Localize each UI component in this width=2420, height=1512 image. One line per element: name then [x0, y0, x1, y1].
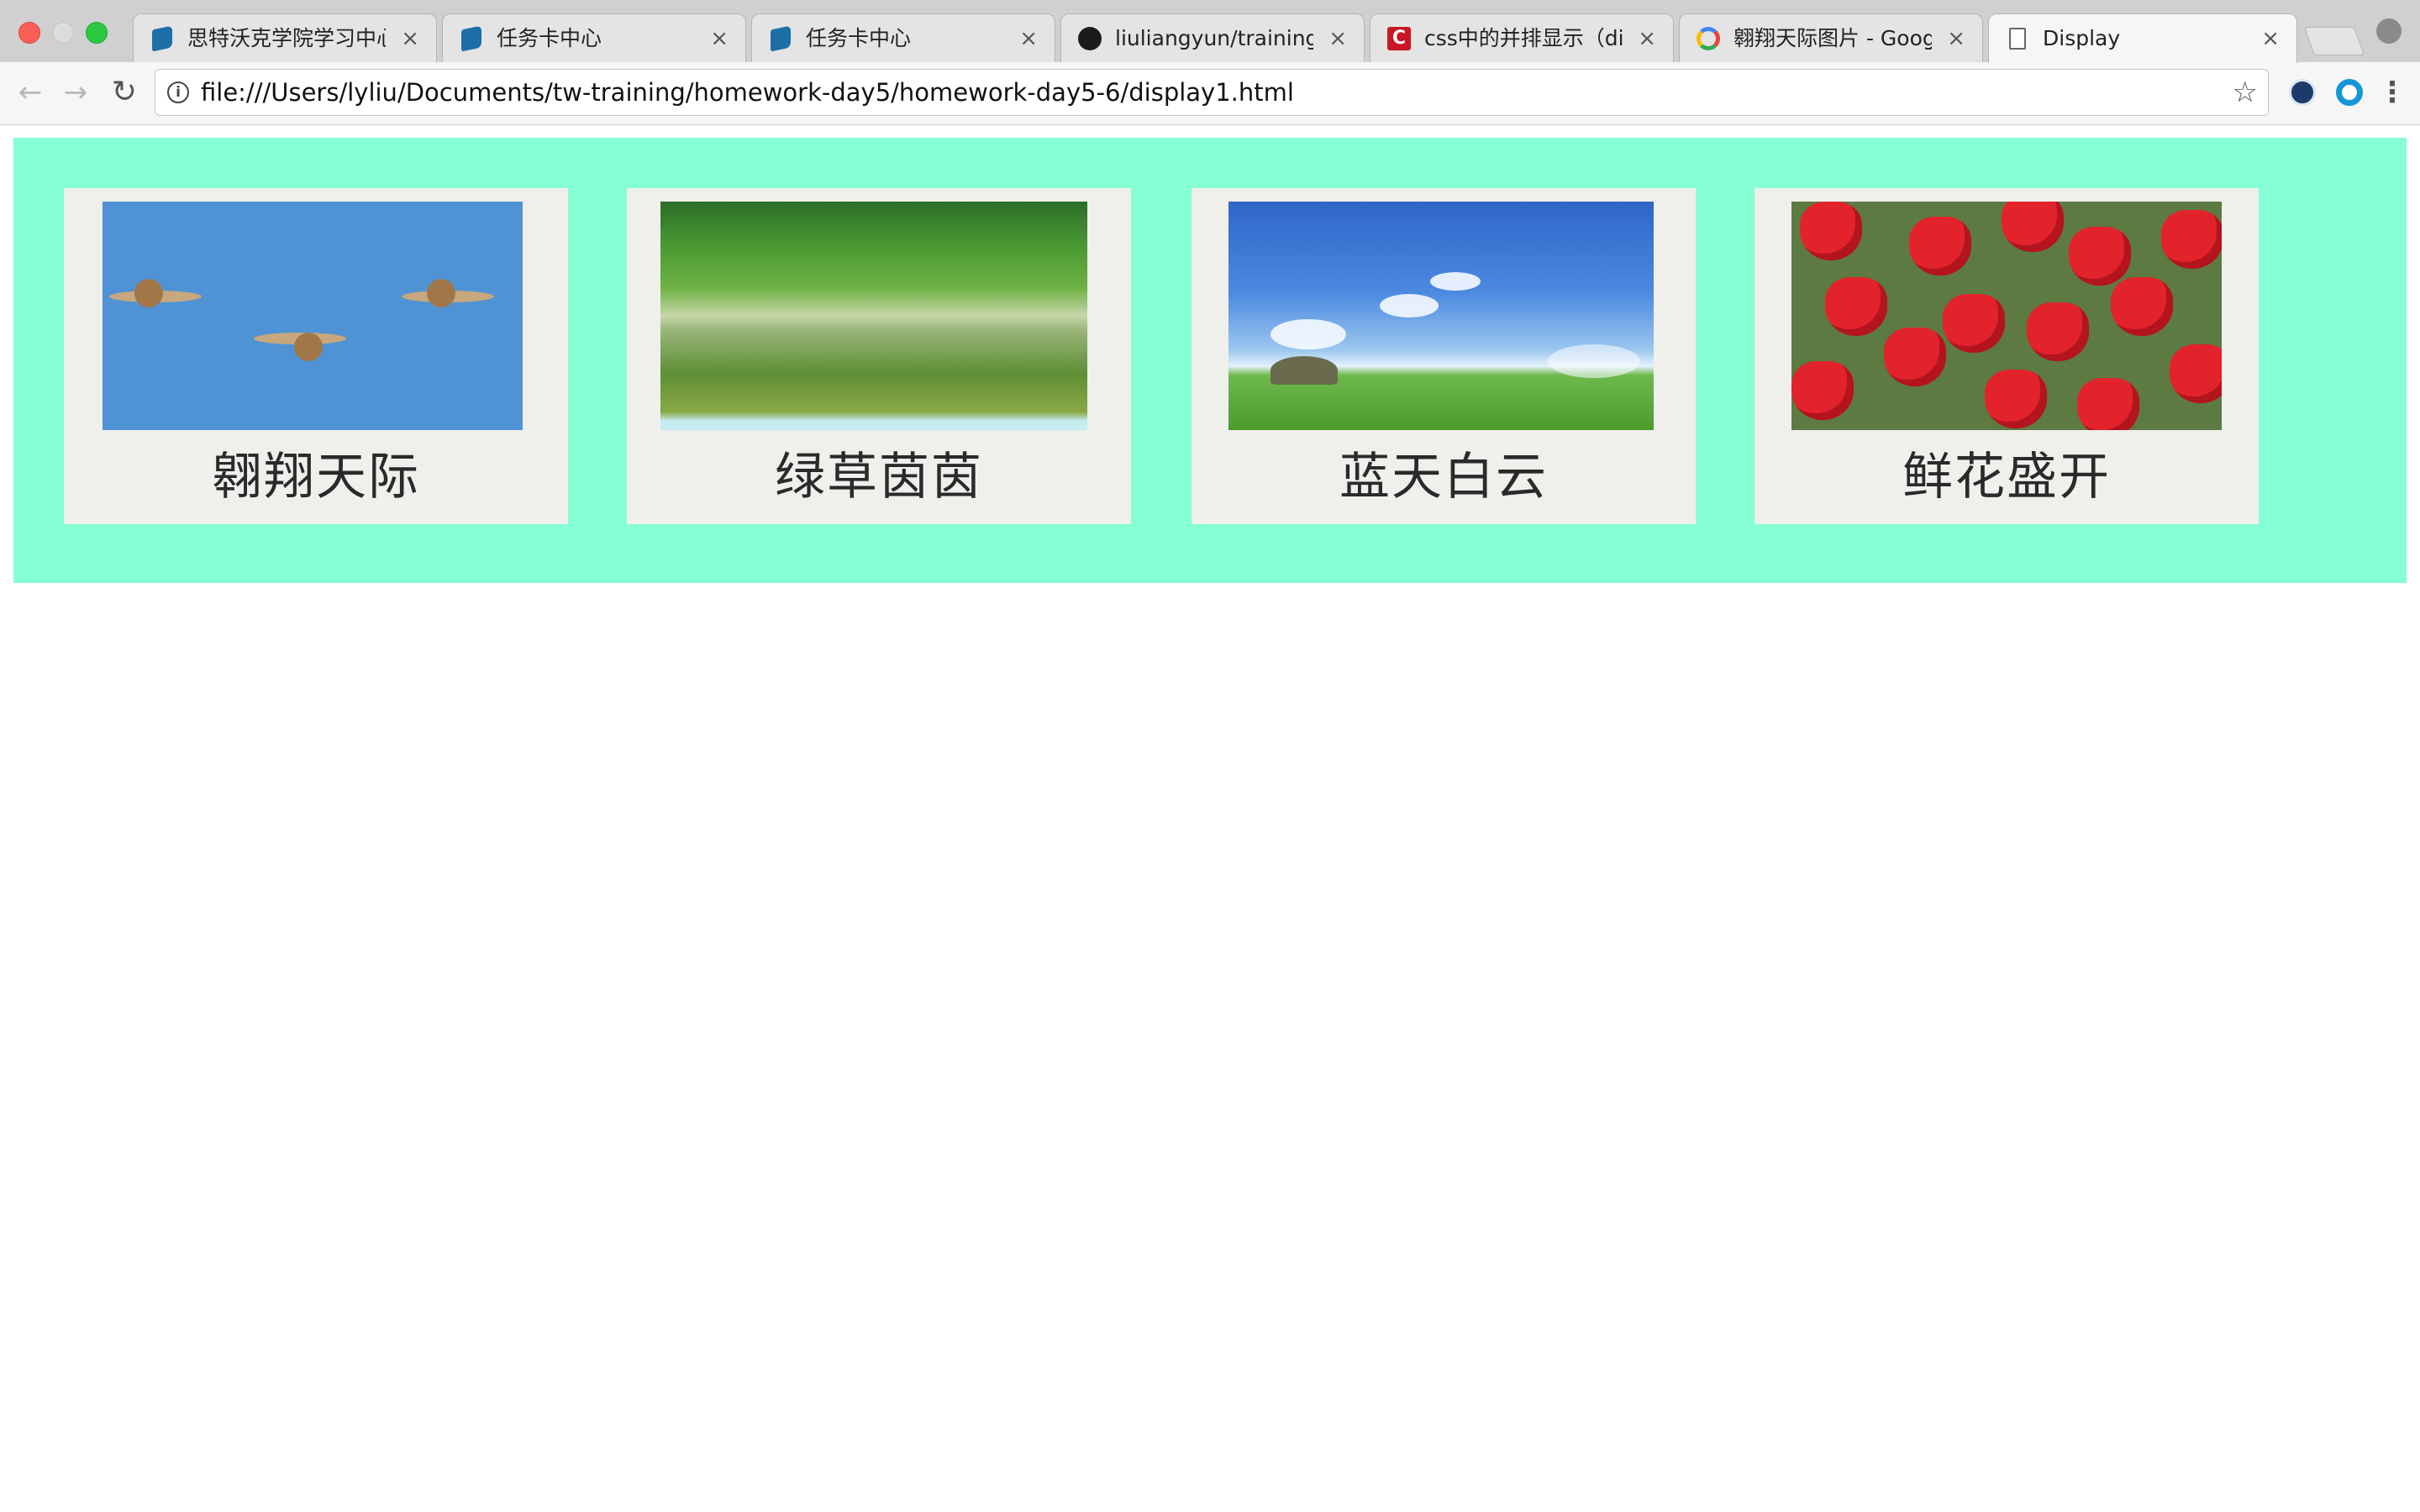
info-icon[interactable]: i: [167, 81, 189, 103]
tab-4[interactable]: liuliangyun/training-ho ×: [1060, 13, 1365, 62]
extension-ring-icon[interactable]: [2336, 79, 2363, 106]
address-bar[interactable]: i file:///Users/lyliu/Documents/tw-train…: [155, 69, 2269, 116]
google-icon: [1697, 27, 1720, 50]
reload-icon[interactable]: ↻: [108, 76, 141, 109]
display-container: 翱翔天际 绿草茵茵 蓝天白云 鲜花盛开: [13, 138, 2407, 583]
tab-5[interactable]: C css中的并排显示（div/ ×: [1370, 13, 1674, 62]
tab-close-icon[interactable]: ×: [710, 14, 729, 62]
profile-icon[interactable]: [2376, 18, 2402, 44]
window-close-button[interactable]: [18, 22, 40, 44]
tab-title: 任务卡中心: [497, 26, 602, 50]
card-caption: 绿草茵茵: [775, 448, 983, 507]
tab-title: 思特沃克学院学习中心: [187, 26, 386, 50]
tab-6[interactable]: 翱翔天际图片 - Google ×: [1679, 13, 1983, 62]
tab-title: Display: [2043, 26, 2121, 50]
tab-title: liuliangyun/training-ho: [1115, 26, 1313, 50]
tab-title: 翱翔天际图片 - Google: [1733, 26, 1932, 50]
tulips-image: [1791, 202, 2222, 430]
tab-close-icon[interactable]: ×: [1019, 14, 1038, 62]
address-url[interactable]: file:///Users/lyliu/Documents/tw-trainin…: [201, 70, 1294, 115]
tab-2[interactable]: 任务卡中心 ×: [442, 13, 746, 62]
tab-strip: 思特沃克学院学习中心 × 任务卡中心 × 任务卡中心 × liuliangyun…: [0, 0, 2420, 63]
card-caption: 蓝天白云: [1339, 448, 1548, 507]
github-icon: [1078, 27, 1102, 50]
csdn-icon: C: [1387, 27, 1411, 50]
tab-close-icon[interactable]: ×: [1947, 14, 1965, 62]
grassland-image: [660, 202, 1087, 430]
browser-toolbar: ← → ↻ i file:///Users/lyliu/Documents/tw…: [0, 62, 2420, 125]
card-caption: 翱翔天际: [212, 448, 420, 507]
book-icon: [150, 25, 174, 52]
tab-title: css中的并排显示（div/: [1424, 26, 1623, 50]
bookmark-star-icon[interactable]: ☆: [2233, 70, 2258, 115]
tab-1[interactable]: 思特沃克学院学习中心 ×: [133, 13, 437, 62]
menu-dots-icon[interactable]: ⋮: [2378, 76, 2407, 109]
birds-flying-image: [103, 202, 523, 430]
tab-3[interactable]: 任务卡中心 ×: [751, 13, 1055, 62]
image-card-2: 绿草茵茵: [627, 188, 1131, 524]
window-minimize-button[interactable]: [52, 22, 74, 44]
image-card-4: 鲜花盛开: [1754, 188, 2259, 524]
image-card-1: 翱翔天际: [64, 188, 568, 524]
tab-close-icon[interactable]: ×: [401, 14, 419, 62]
new-tab-button[interactable]: [2303, 27, 2365, 55]
tab-close-icon[interactable]: ×: [1638, 14, 1656, 62]
blue-sky-image: [1228, 202, 1654, 430]
window-zoom-button[interactable]: [86, 22, 108, 44]
forward-arrow-icon[interactable]: →: [59, 76, 92, 109]
document-icon: [2006, 27, 2029, 50]
back-arrow-icon[interactable]: ←: [13, 76, 47, 109]
tab-7-active[interactable]: Display ×: [1988, 13, 2297, 63]
tab-close-icon[interactable]: ×: [1328, 14, 1347, 62]
book-icon: [769, 25, 792, 52]
card-caption: 鲜花盛开: [1902, 448, 2111, 507]
tab-title: 任务卡中心: [806, 26, 912, 50]
image-card-3: 蓝天白云: [1192, 188, 1696, 524]
tab-close-icon[interactable]: ×: [2261, 14, 2280, 63]
extension-icon[interactable]: [2289, 79, 2316, 106]
book-icon: [460, 25, 483, 52]
